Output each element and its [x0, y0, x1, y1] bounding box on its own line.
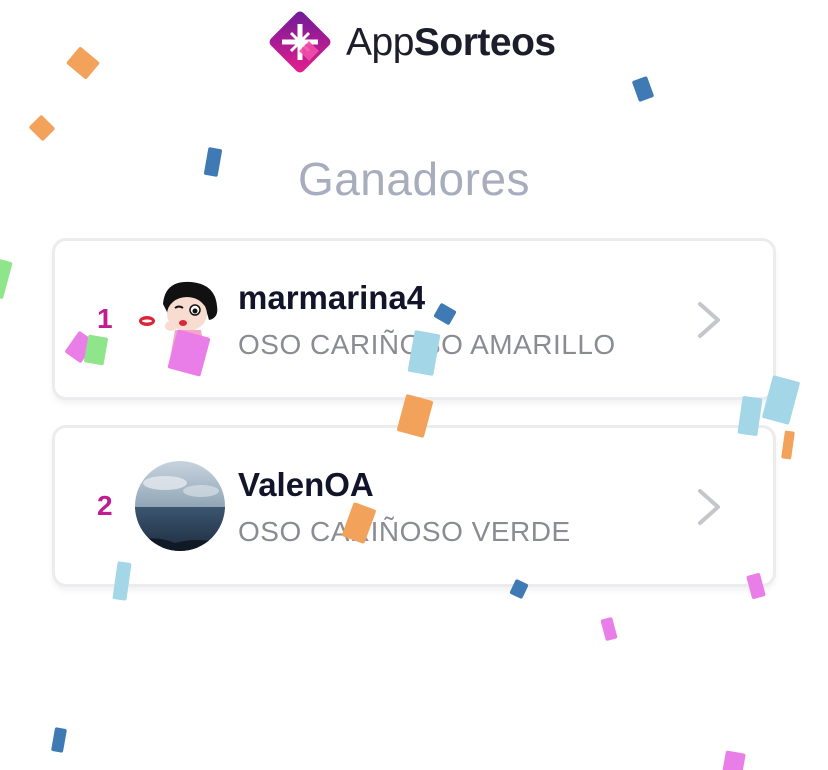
- winner-card-2[interactable]: 2 ValenOA OSO CARIÑOSO VERDE: [52, 425, 776, 587]
- brand-suffix: Sorteos: [413, 20, 556, 64]
- page-title: Ganadores: [297, 153, 531, 205]
- brand-name: AppSorteos: [346, 23, 556, 62]
- confetti-piece: [28, 114, 56, 142]
- avatar: [135, 461, 225, 551]
- appsorteos-logo-icon: [269, 11, 331, 73]
- confetti-piece: [631, 75, 655, 103]
- confetti-piece: [781, 430, 795, 460]
- confetti-piece: [722, 750, 746, 770]
- winner-card-1[interactable]: 1 marmarina4 OSO CARIÑOSO AMARILLO: [52, 238, 776, 400]
- sea-photo-avatar-icon: [135, 461, 225, 551]
- chevron-right-icon[interactable]: [695, 486, 723, 528]
- app-logo: AppSorteos: [264, 6, 556, 78]
- winner-username: marmarina4: [238, 279, 426, 316]
- winners-screen: AppSorteos Ganadores 1 marmarina4 OSO CA…: [0, 0, 828, 770]
- winner-rank: 1: [97, 303, 113, 334]
- winner-prize: OSO CARIÑOSO VERDE: [238, 516, 571, 547]
- chevron-right-icon[interactable]: [695, 299, 723, 341]
- confetti-piece: [65, 46, 101, 80]
- confetti-piece: [600, 616, 618, 642]
- confetti-piece: [0, 258, 13, 300]
- brand-prefix: App: [346, 20, 414, 64]
- winner-username: ValenOA: [238, 466, 374, 503]
- confetti-piece: [51, 727, 67, 753]
- winner-rank: 2: [97, 490, 113, 521]
